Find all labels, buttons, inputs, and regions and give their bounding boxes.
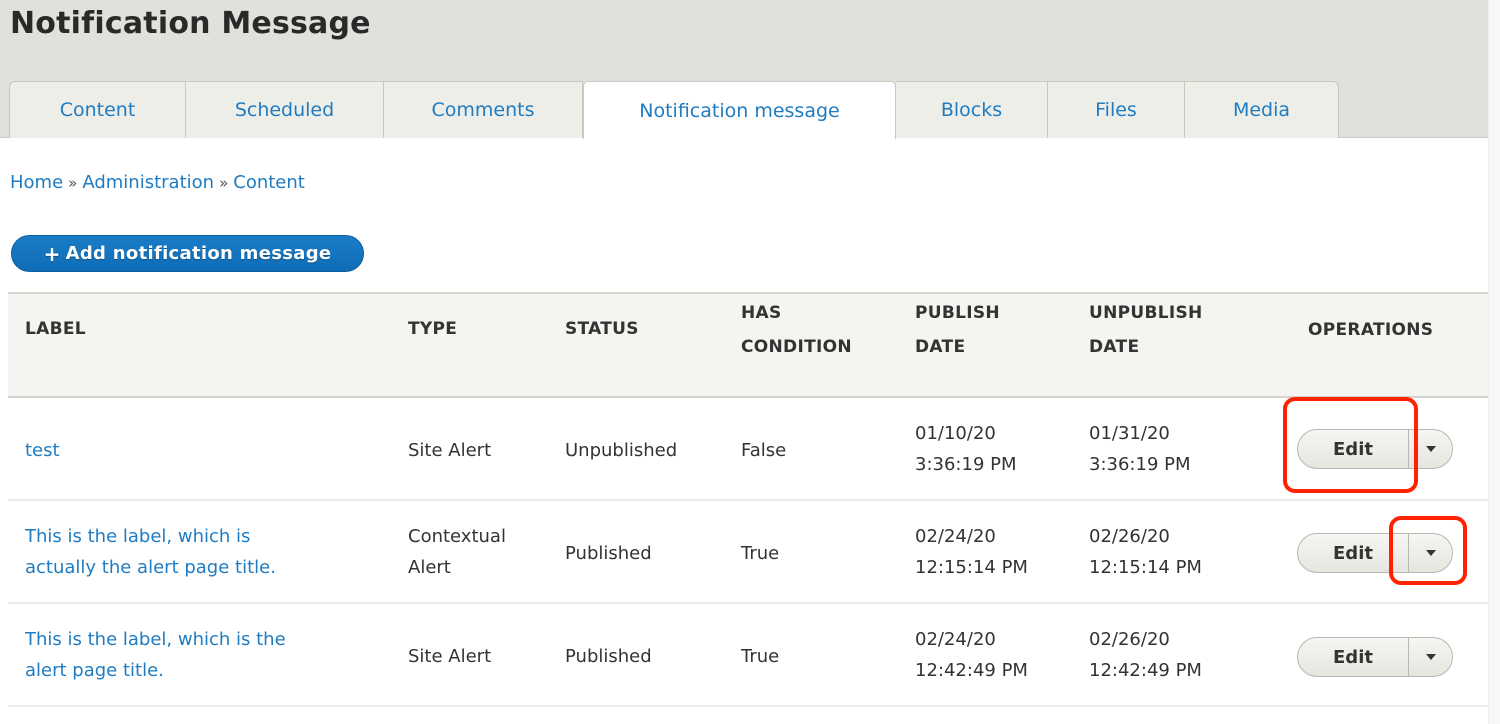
operations-dropbutton: Edit xyxy=(1297,429,1453,469)
column-header-status: STATUS xyxy=(565,319,639,339)
label-line: alert page title. xyxy=(25,660,164,681)
unpublish-time: 12:15:14 PM xyxy=(1089,557,1202,578)
unpublish-time: 12:42:49 PM xyxy=(1089,660,1202,681)
row-has-condition: False xyxy=(741,440,787,461)
table-header: LABEL TYPE STATUS HAS CONDITION PUBLISH … xyxy=(8,292,1488,398)
column-header-line: DATE xyxy=(1089,337,1140,357)
row-label-link[interactable]: This is the label, which is the alert pa… xyxy=(25,624,286,686)
caret-down-icon xyxy=(1425,550,1436,556)
row-status: Unpublished xyxy=(565,440,678,461)
operations-dropbutton: Edit xyxy=(1297,533,1453,573)
column-header-line: CONDITION xyxy=(741,337,852,357)
column-header-unpublish-date: UNPUBLISH DATE xyxy=(1089,296,1203,364)
plus-icon: + xyxy=(43,241,61,266)
column-header-type: TYPE xyxy=(408,319,458,339)
row-publish-date: 02/24/20 12:42:49 PM xyxy=(915,624,1028,686)
publish-time: 12:15:14 PM xyxy=(915,557,1028,578)
notification-messages-table: LABEL TYPE STATUS HAS CONDITION PUBLISH … xyxy=(8,292,1488,707)
column-header-publish-date: PUBLISH DATE xyxy=(915,296,1000,364)
tab-content[interactable]: Content xyxy=(9,81,186,138)
edit-button[interactable]: Edit xyxy=(1298,534,1409,572)
row-publish-date: 01/10/20 3:36:19 PM xyxy=(915,418,1017,480)
caret-down-icon xyxy=(1425,446,1436,452)
column-header-label: LABEL xyxy=(25,319,86,339)
row-label-link[interactable]: This is the label, which is actually the… xyxy=(25,521,276,583)
edit-button[interactable]: Edit xyxy=(1298,430,1409,468)
label-line: actually the alert page title. xyxy=(25,557,276,578)
breadcrumb-separator: » xyxy=(219,173,229,192)
breadcrumb-administration[interactable]: Administration xyxy=(82,172,214,193)
column-header-has-condition: HAS CONDITION xyxy=(741,296,852,364)
breadcrumb-home[interactable]: Home xyxy=(10,172,63,193)
add-notification-message-button[interactable]: + Add notification message xyxy=(11,235,364,272)
page-header: Notification Message Content Scheduled C… xyxy=(0,0,1488,139)
add-button-label: Add notification message xyxy=(65,243,332,264)
column-header-line: PUBLISH xyxy=(915,303,1000,323)
tab-media[interactable]: Media xyxy=(1185,81,1339,138)
breadcrumb: Home » Administration » Content xyxy=(10,172,305,193)
tab-blocks[interactable]: Blocks xyxy=(896,81,1048,138)
page: Notification Message Content Scheduled C… xyxy=(0,0,1488,724)
column-header-line: UNPUBLISH xyxy=(1089,303,1203,323)
tab-scheduled[interactable]: Scheduled xyxy=(186,81,384,138)
row-publish-date: 02/24/20 12:15:14 PM xyxy=(915,521,1028,583)
primary-tabs: Content Scheduled Comments Notification … xyxy=(9,81,1339,139)
unpublish-date: 02/26/20 xyxy=(1089,526,1170,547)
table-row: This is the label, which is the alert pa… xyxy=(8,604,1488,707)
table-row: This is the label, which is actually the… xyxy=(8,501,1488,604)
row-type: Contextual Alert xyxy=(408,521,506,583)
caret-down-icon xyxy=(1425,654,1436,660)
publish-date: 01/10/20 xyxy=(915,423,996,444)
row-status: Published xyxy=(565,543,652,564)
breadcrumb-content[interactable]: Content xyxy=(233,172,305,193)
unpublish-time: 3:36:19 PM xyxy=(1089,454,1191,475)
type-line: Alert xyxy=(408,557,451,578)
operations-toggle[interactable] xyxy=(1409,534,1452,572)
label-line: This is the label, which is the xyxy=(25,629,286,650)
publish-date: 02/24/20 xyxy=(915,526,996,547)
row-has-condition: True xyxy=(741,646,780,667)
row-unpublish-date: 02/26/20 12:15:14 PM xyxy=(1089,521,1202,583)
operations-toggle[interactable] xyxy=(1409,638,1452,676)
column-header-line: HAS xyxy=(741,303,782,323)
column-header-operations: OPERATIONS xyxy=(1308,320,1434,340)
edit-button[interactable]: Edit xyxy=(1298,638,1409,676)
tab-notification-message[interactable]: Notification message xyxy=(583,81,896,139)
row-label-link[interactable]: test xyxy=(25,435,60,466)
row-type: Site Alert xyxy=(408,646,492,667)
label-line: This is the label, which is xyxy=(25,526,251,547)
publish-time: 3:36:19 PM xyxy=(915,454,1017,475)
tab-files[interactable]: Files xyxy=(1048,81,1185,138)
unpublish-date: 01/31/20 xyxy=(1089,423,1170,444)
row-unpublish-date: 02/26/20 12:42:49 PM xyxy=(1089,624,1202,686)
publish-time: 12:42:49 PM xyxy=(915,660,1028,681)
breadcrumb-separator: » xyxy=(68,173,78,192)
operations-toggle[interactable] xyxy=(1409,430,1452,468)
page-title: Notification Message xyxy=(10,6,371,41)
tab-comments[interactable]: Comments xyxy=(384,81,583,138)
row-unpublish-date: 01/31/20 3:36:19 PM xyxy=(1089,418,1191,480)
scrollbar-gutter xyxy=(1488,0,1500,724)
unpublish-date: 02/26/20 xyxy=(1089,629,1170,650)
row-status: Published xyxy=(565,646,652,667)
table-row: test Site Alert Unpublished False 01/10/… xyxy=(8,398,1488,501)
publish-date: 02/24/20 xyxy=(915,629,996,650)
column-header-line: DATE xyxy=(915,337,966,357)
operations-dropbutton: Edit xyxy=(1297,637,1453,677)
row-type: Site Alert xyxy=(408,440,492,461)
type-line: Contextual xyxy=(408,526,506,547)
row-has-condition: True xyxy=(741,543,780,564)
